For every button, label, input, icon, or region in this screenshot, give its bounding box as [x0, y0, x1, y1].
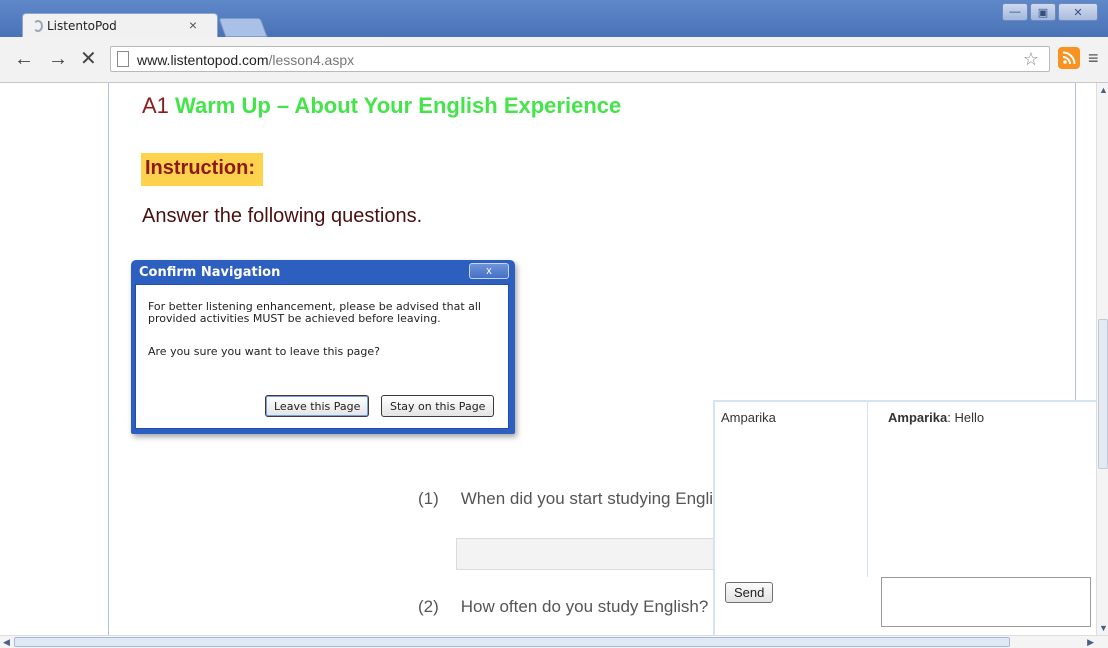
window-titlebar: ListentoPod × — ▣ ✕ — [0, 0, 1108, 37]
dialog-body: For better listening enhancement, please… — [135, 284, 509, 429]
tab-listentopod[interactable]: ListentoPod × — [22, 13, 218, 37]
chat-input[interactable] — [881, 577, 1091, 627]
page-title: A1 Warm Up – About Your English Experien… — [142, 93, 621, 119]
stop-icon[interactable]: ✕ — [80, 47, 97, 71]
window-controls: — ▣ ✕ — [1002, 3, 1098, 23]
rss-icon[interactable] — [1058, 47, 1080, 69]
star-icon[interactable]: ☆ — [1023, 49, 1039, 70]
question-text: How often do you study English? — [460, 597, 709, 616]
chat-user-list: Amparika — [715, 402, 868, 577]
chat-message: Amparika: Hello — [888, 410, 984, 425]
chat-message-text: : Hello — [947, 410, 985, 425]
scroll-left-icon[interactable]: ◀ — [3, 637, 10, 648]
question-number: (1) — [418, 489, 439, 508]
chat-user[interactable]: Amparika — [721, 410, 776, 425]
maximize-button[interactable]: ▣ — [1030, 3, 1056, 21]
vertical-scrollbar[interactable]: ▲ ▼ — [1096, 83, 1108, 635]
dialog-message: For better listening enhancement, please… — [148, 300, 481, 325]
scroll-right-icon[interactable]: ▶ — [1087, 637, 1094, 648]
minimize-button[interactable]: — — [1002, 3, 1028, 21]
confirm-navigation-dialog: Confirm Navigation x For better listenin… — [131, 260, 515, 434]
lesson-title: Warm Up – About Your English Experience — [175, 93, 622, 118]
tab-close-icon[interactable]: × — [189, 17, 197, 33]
close-window-button[interactable]: ✕ — [1058, 3, 1098, 21]
send-button[interactable]: Send — [725, 582, 774, 603]
vertical-scroll-thumb[interactable] — [1098, 319, 1108, 469]
instruction-label: Instruction: — [141, 153, 263, 186]
chat-panel: Amparika Amparika: Hello Send — [713, 400, 1096, 635]
dialog-question: Are you sure you want to leave this page… — [148, 345, 381, 358]
rss-glyph — [1062, 51, 1076, 65]
leave-page-button[interactable]: Leave this Page — [265, 395, 370, 417]
question-2: (2) How often do you study English? — [418, 597, 708, 617]
horizontal-scroll-thumb[interactable] — [14, 637, 1010, 647]
url-path: /lesson4.aspx — [268, 52, 355, 68]
horizontal-scrollbar[interactable]: ◀ ▶ — [0, 635, 1108, 648]
address-bar[interactable]: www.listentopod.com/lesson4.aspx ☆ — [110, 46, 1050, 72]
dialog-title: Confirm Navigation — [139, 265, 281, 280]
browser-toolbar: ← → ✕ www.listentopod.com/lesson4.aspx ☆… — [0, 37, 1108, 83]
url-host: www.listentopod.com — [137, 52, 269, 68]
question-text: When did you start studying English? — [460, 489, 741, 508]
tab-title: ListentoPod — [47, 19, 117, 33]
answer-prompt: Answer the following questions. — [142, 205, 423, 227]
lesson-code: A1 — [142, 93, 169, 118]
question-1: (1) When did you start studying English? — [418, 489, 740, 509]
page-icon — [117, 51, 129, 67]
dialog-close-button[interactable]: x — [469, 263, 509, 279]
spinner-icon — [33, 20, 43, 32]
new-tab-button[interactable] — [218, 18, 268, 37]
scroll-up-icon[interactable]: ▲ — [1099, 85, 1108, 95]
scroll-down-icon[interactable]: ▼ — [1099, 623, 1108, 633]
back-icon[interactable]: ← — [14, 47, 34, 71]
chat-message-sender: Amparika — [888, 410, 948, 425]
url-text: www.listentopod.com/lesson4.aspx — [137, 52, 354, 68]
menu-icon[interactable]: ≡ — [1088, 48, 1099, 69]
page-viewport: A1 Warm Up – About Your English Experien… — [0, 83, 1096, 635]
question-number: (2) — [418, 597, 439, 616]
stay-on-page-button[interactable]: Stay on this Page — [381, 395, 495, 417]
forward-icon[interactable]: → — [48, 47, 68, 71]
